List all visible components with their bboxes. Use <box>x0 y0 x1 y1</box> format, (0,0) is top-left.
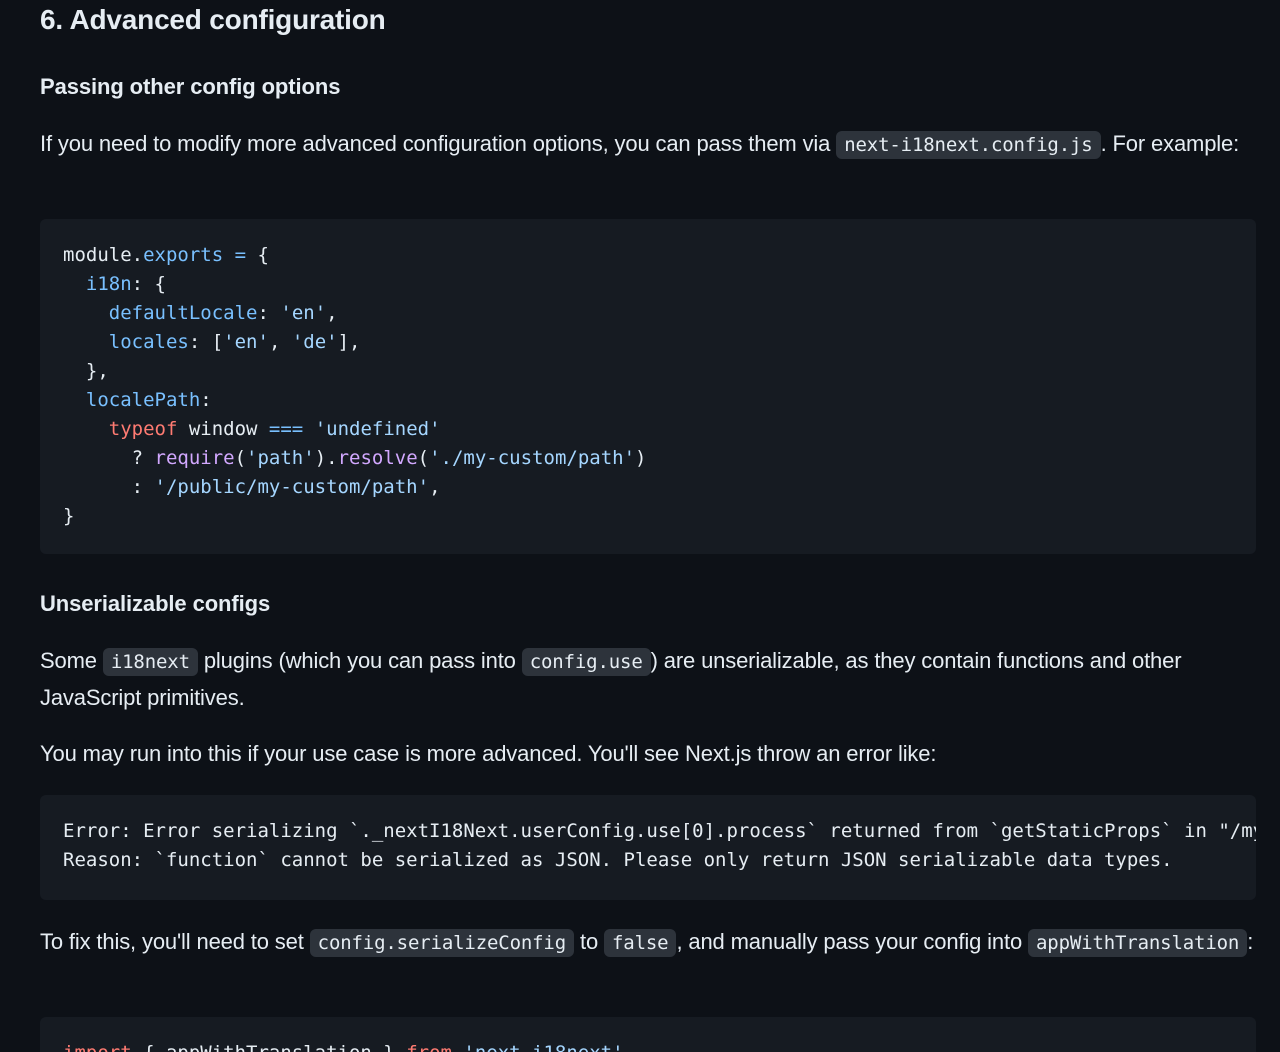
passing-config-heading: Passing other config options <box>40 74 341 99</box>
code-line: i18n: { <box>85 273 166 295</box>
fix-paragraph: To fix this, you'll need to set config.s… <box>40 924 1256 961</box>
unserializable-paragraph-1: Some i18next plugins (which you can pass… <box>40 648 1182 710</box>
inline-code-config-use: config.use <box>521 648 651 676</box>
passing-config-paragraph: If you need to modify more advanced conf… <box>40 126 1256 163</box>
code-line: module.exports = { <box>63 244 269 266</box>
inline-code-app-with-translation: appWithTranslation <box>1028 929 1248 957</box>
inline-code-i18next: i18next <box>102 648 198 676</box>
code-line: typeof window === 'undefined' <box>108 418 441 440</box>
import-code-block[interactable]: import { appWithTranslation } from 'next… <box>40 1017 1256 1052</box>
inline-code-serialize-config: config.serializeConfig <box>309 929 575 957</box>
code-line: : '/public/my-custom/path', <box>63 476 441 498</box>
config-code-block[interactable]: module.exports = { i18n: { defaultLocale… <box>40 219 1256 554</box>
code-line: } <box>63 505 75 527</box>
code-line: import { appWithTranslation } from 'next… <box>63 1042 624 1052</box>
code-line: }, <box>63 360 109 382</box>
inline-code-false: false <box>604 929 677 957</box>
inline-code-config-file: next-i18next.config.js <box>836 131 1101 159</box>
code-line: Reason: `function` cannot be serialized … <box>63 849 1173 871</box>
unserializable-heading: Unserializable configs <box>40 591 271 616</box>
code-line: defaultLocale: 'en', <box>108 302 338 324</box>
code-line: locales: ['en', 'de'], <box>108 331 361 353</box>
error-code-block[interactable]: Error: Error serializing `._nextI18Next.… <box>40 795 1256 900</box>
code-line: Error: Error serializing `._nextI18Next.… <box>63 820 1256 842</box>
code-line: localePath: <box>85 389 212 411</box>
section-heading: 6. Advanced configuration <box>40 4 386 35</box>
unserializable-paragraph-2: You may run into this if your use case i… <box>40 741 937 766</box>
code-line: ? require('path').resolve('./my-custom/p… <box>63 447 647 469</box>
